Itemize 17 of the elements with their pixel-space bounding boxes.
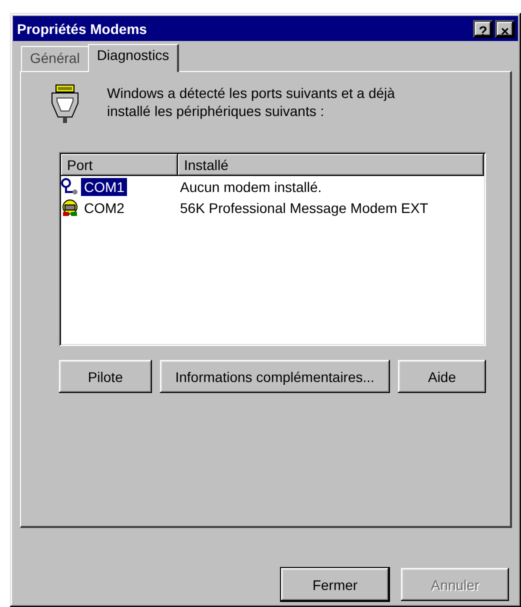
- device-name: 56K Professional Message Modem EXT: [179, 200, 428, 216]
- serial-connector-icon: [49, 84, 81, 124]
- device-name: Aucun modem installé.: [179, 178, 322, 194]
- window-title: Propriétés Modems: [17, 20, 148, 36]
- column-header[interactable]: Port: [61, 154, 178, 176]
- more-info-button[interactable]: Informations complémentaires...: [160, 360, 390, 393]
- port-name[interactable]: COM1: [81, 178, 128, 196]
- column-header[interactable]: Installé: [178, 154, 484, 176]
- tab[interactable]: Diagnostics: [88, 44, 180, 72]
- tab[interactable]: Général: [21, 46, 90, 71]
- info-message: Windows a détecté les ports suivants et a déjà installé les périphériques suivants :: [107, 84, 396, 120]
- close-dialog-button[interactable]: Fermer: [281, 568, 389, 601]
- driver-button[interactable]: Pilote: [59, 360, 152, 393]
- modem-icon: [61, 198, 79, 216]
- close-button[interactable]: ×: [495, 20, 515, 38]
- help-button[interactable]: Aide: [398, 360, 486, 393]
- port-name[interactable]: COM2: [81, 198, 128, 216]
